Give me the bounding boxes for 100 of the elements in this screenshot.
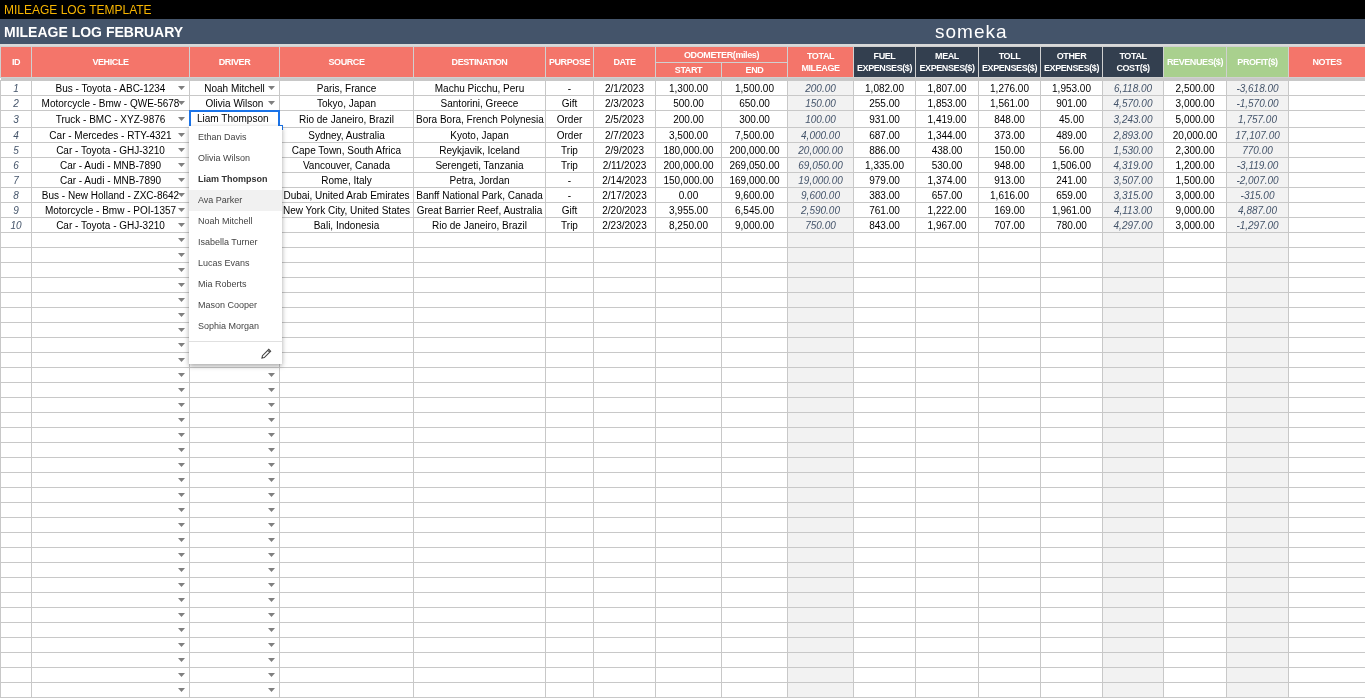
caret-icon[interactable]	[268, 552, 275, 557]
caret-icon[interactable]	[268, 462, 275, 467]
caret-icon[interactable]	[178, 642, 185, 647]
caret-icon[interactable]	[178, 372, 185, 377]
caret-icon[interactable]	[268, 372, 275, 377]
pencil-icon[interactable]	[261, 347, 272, 359]
table-cell: Kyoto, Japan	[413, 127, 546, 143]
dropdown-item[interactable]: Isabella Turner	[189, 232, 282, 253]
caret-icon[interactable]	[268, 507, 275, 512]
caret-icon[interactable]	[178, 132, 185, 137]
dropdown-item[interactable]: Ethan Davis	[189, 127, 282, 148]
caret-icon[interactable]	[268, 537, 275, 542]
table-cell: 2/9/2023	[593, 142, 656, 158]
caret-icon[interactable]	[178, 147, 185, 152]
caret-icon[interactable]	[178, 507, 185, 512]
table-cell: 2,300.00	[1163, 142, 1227, 158]
caret-icon[interactable]	[178, 342, 185, 347]
caret-icon[interactable]	[268, 402, 275, 407]
caret-icon[interactable]	[178, 207, 185, 212]
caret-icon[interactable]	[268, 597, 275, 602]
column-header: FUEL EXPENSES($)	[853, 46, 916, 78]
caret-icon[interactable]	[268, 417, 275, 422]
table-cell: 200.00	[655, 110, 722, 128]
table-cell: 9,000.00	[721, 217, 788, 233]
caret-icon[interactable]	[178, 177, 185, 182]
caret-icon[interactable]	[178, 402, 185, 407]
caret-icon[interactable]	[268, 100, 275, 105]
table-cell: Gift	[545, 95, 594, 111]
table-cell: 707.00	[978, 217, 1041, 233]
caret-icon[interactable]	[178, 192, 185, 197]
caret-icon[interactable]	[178, 597, 185, 602]
table-cell: 1,961.00	[1040, 202, 1103, 218]
caret-icon[interactable]	[268, 657, 275, 662]
caret-icon[interactable]	[178, 627, 185, 632]
caret-icon[interactable]	[178, 417, 185, 422]
caret-icon[interactable]	[268, 627, 275, 632]
caret-icon[interactable]	[178, 462, 185, 467]
caret-icon[interactable]	[178, 85, 185, 90]
caret-icon[interactable]	[268, 492, 275, 497]
caret-icon[interactable]	[178, 552, 185, 557]
caret-icon[interactable]	[268, 447, 275, 452]
caret-icon[interactable]	[268, 85, 275, 90]
caret-icon[interactable]	[178, 477, 185, 482]
caret-icon[interactable]	[178, 116, 185, 121]
caret-icon[interactable]	[178, 297, 185, 302]
dropdown-item[interactable]: Lucas Evans	[189, 253, 282, 274]
caret-icon[interactable]	[178, 567, 185, 572]
caret-icon[interactable]	[178, 267, 185, 272]
dropdown-item[interactable]: Liam Thompson	[189, 169, 282, 190]
table-cell: 56.00	[1040, 142, 1103, 158]
table-cell: Petra, Jordan	[413, 172, 546, 188]
dropdown-item[interactable]: Olivia Wilson	[189, 148, 282, 169]
table-cell: Bus - Toyota - ABC-1234	[55, 81, 166, 95]
caret-icon[interactable]	[268, 522, 275, 527]
caret-icon[interactable]	[268, 432, 275, 437]
table-cell: 1,967.00	[915, 217, 979, 233]
caret-icon[interactable]	[178, 657, 185, 662]
caret-icon[interactable]	[178, 447, 185, 452]
table-cell: 1,953.00	[1040, 80, 1103, 96]
dropdown-item[interactable]: Mason Cooper	[189, 295, 282, 316]
caret-icon[interactable]	[268, 582, 275, 587]
table-cell: Truck - BMC - XYZ-9876	[55, 112, 166, 126]
table-cell: 530.00	[915, 157, 979, 173]
caret-icon[interactable]	[178, 387, 185, 392]
caret-icon[interactable]	[178, 222, 185, 227]
caret-icon[interactable]	[178, 282, 185, 287]
table-cell: 3,000.00	[1163, 187, 1227, 203]
caret-icon[interactable]	[178, 492, 185, 497]
table-cell: 10	[0, 217, 32, 233]
caret-icon[interactable]	[268, 672, 275, 677]
dropdown-item[interactable]: Mia Roberts	[189, 274, 282, 295]
dropdown-item[interactable]: Ava Parker	[189, 190, 282, 211]
caret-icon[interactable]	[178, 582, 185, 587]
caret-icon[interactable]	[178, 687, 185, 692]
caret-icon[interactable]	[268, 642, 275, 647]
caret-icon[interactable]	[178, 522, 185, 527]
caret-icon[interactable]	[178, 237, 185, 242]
caret-icon[interactable]	[268, 387, 275, 392]
column-header: TOLL EXPENSES($)	[978, 46, 1041, 78]
table-cell: 6,545.00	[721, 202, 788, 218]
caret-icon[interactable]	[178, 612, 185, 617]
caret-icon[interactable]	[178, 537, 185, 542]
caret-icon[interactable]	[268, 687, 275, 692]
dropdown-item[interactable]: Noah Mitchell	[189, 211, 282, 232]
caret-icon[interactable]	[178, 432, 185, 437]
caret-icon[interactable]	[178, 327, 185, 332]
caret-icon[interactable]	[178, 312, 185, 317]
caret-icon[interactable]	[268, 477, 275, 482]
table-cell: Motorcycle - Bmw - POI-1357	[44, 203, 177, 217]
caret-icon[interactable]	[268, 567, 275, 572]
caret-icon[interactable]	[178, 672, 185, 677]
caret-icon[interactable]	[178, 162, 185, 167]
caret-icon[interactable]	[178, 357, 185, 362]
table-cell: Rio de Janeiro, Brazil	[413, 217, 546, 233]
caret-icon[interactable]	[178, 100, 185, 105]
dropdown-item[interactable]: Sophia Morgan	[189, 316, 282, 337]
caret-icon[interactable]	[178, 252, 185, 257]
caret-icon[interactable]	[268, 612, 275, 617]
table-cell: 1,561.00	[978, 95, 1041, 111]
table-cell: 1	[0, 80, 32, 96]
